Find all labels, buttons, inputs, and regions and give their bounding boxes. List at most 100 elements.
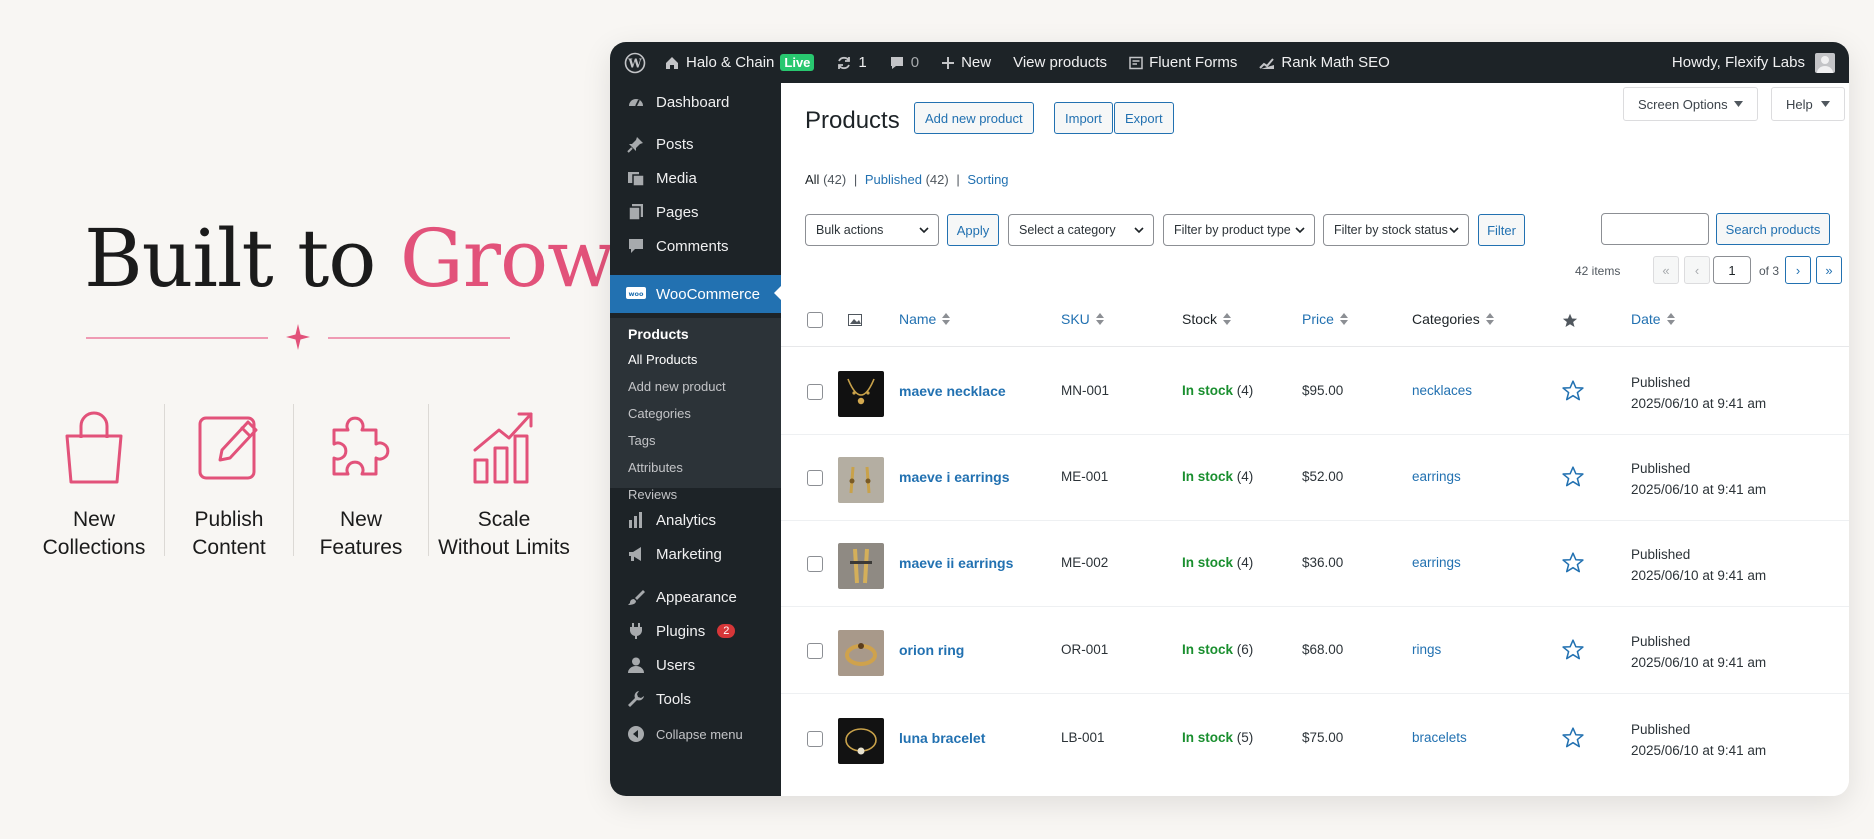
rank-math-label: Rank Math SEO — [1281, 54, 1390, 71]
sort-icon — [1485, 313, 1494, 325]
column-header-name[interactable]: Name — [899, 311, 951, 327]
current-page-input[interactable]: 1 — [1713, 256, 1751, 284]
product-name-link[interactable]: orion ring — [899, 642, 964, 658]
prev-page-button[interactable]: ‹ — [1684, 256, 1710, 284]
view-all-link[interactable]: All — [805, 172, 819, 187]
sidebar-item-comments[interactable]: Comments — [610, 229, 781, 263]
sidebar-item-plugins[interactable]: Plugins 2 — [610, 614, 781, 648]
filter-button[interactable]: Filter — [1478, 214, 1525, 246]
row-checkbox[interactable] — [807, 556, 823, 572]
submenu-item-tags[interactable]: Tags — [628, 433, 655, 448]
submenu-item-all-products[interactable]: All Products — [628, 352, 697, 367]
product-category-link[interactable]: bracelets — [1412, 730, 1467, 745]
product-name-link[interactable]: maeve necklace — [899, 383, 1006, 399]
sidebar-item-appearance[interactable]: Appearance — [610, 580, 781, 614]
product-name-link[interactable]: maeve i earrings — [899, 469, 1010, 485]
select-all-checkbox[interactable] — [807, 312, 823, 328]
column-header-stock[interactable]: Stock — [1182, 311, 1232, 327]
sidebar-item-label: WooCommerce — [656, 285, 760, 303]
product-name-link[interactable]: luna bracelet — [899, 730, 985, 746]
stock-status-select[interactable]: Filter by stock status — [1323, 214, 1469, 246]
star-outline-icon[interactable] — [1562, 639, 1584, 660]
column-header-price[interactable]: Price — [1302, 311, 1348, 327]
woocommerce-submenu: Products All Products Add new product Ca… — [610, 318, 781, 502]
sidebar-item-users[interactable]: Users — [610, 648, 781, 682]
updates-link[interactable]: 1 — [836, 54, 867, 71]
star-outline-icon[interactable] — [1562, 552, 1584, 573]
row-checkbox[interactable] — [807, 470, 823, 486]
sidebar-item-analytics[interactable]: Analytics — [610, 503, 781, 537]
new-content-link[interactable]: New — [941, 54, 991, 71]
sidebar-item-woocommerce[interactable]: woo WooCommerce — [610, 275, 782, 313]
sidebar-item-pages[interactable]: Pages — [610, 195, 781, 229]
row-checkbox[interactable] — [807, 643, 823, 659]
star-outline-icon[interactable] — [1562, 727, 1584, 748]
submenu-heading-products[interactable]: Products — [628, 326, 689, 342]
row-checkbox[interactable] — [807, 384, 823, 400]
sidebar-item-label: Dashboard — [656, 93, 730, 111]
search-input[interactable] — [1601, 213, 1709, 245]
account-menu[interactable]: Howdy, Flexify Labs — [1672, 42, 1835, 83]
product-thumbnail[interactable] — [838, 543, 884, 589]
help-button[interactable]: Help — [1771, 87, 1845, 121]
product-thumbnail[interactable] — [838, 371, 884, 417]
site-name-link[interactable]: Halo & Chain Live — [664, 54, 815, 71]
rank-math-link[interactable]: Rank Math SEO — [1259, 54, 1390, 71]
star-outline-icon[interactable] — [1562, 466, 1584, 487]
bulk-actions-select[interactable]: Bulk actions — [805, 214, 939, 246]
bulk-actions-value: Bulk actions — [816, 223, 884, 237]
row-checkbox[interactable] — [807, 731, 823, 747]
column-header-categories[interactable]: Categories — [1412, 311, 1494, 327]
product-name-link[interactable]: maeve ii earrings — [899, 555, 1013, 571]
submenu-item-add-new-product[interactable]: Add new product — [628, 379, 726, 394]
product-category-link[interactable]: necklaces — [1412, 383, 1472, 398]
first-page-button[interactable]: « — [1653, 256, 1679, 284]
product-date: Published 2025/06/10 at 9:41 am — [1631, 631, 1766, 673]
search-products-button[interactable]: Search products — [1716, 213, 1830, 245]
export-button[interactable]: Export — [1114, 102, 1174, 134]
comment-bubble-icon — [890, 56, 903, 69]
stock-qty: (4) — [1236, 555, 1254, 570]
submenu-item-reviews[interactable]: Reviews — [628, 487, 677, 502]
publish-status: Published — [1631, 547, 1691, 562]
apply-button[interactable]: Apply — [947, 214, 999, 246]
column-header-date[interactable]: Date — [1631, 311, 1675, 327]
view-published-link[interactable]: Published — [865, 172, 922, 187]
product-thumbnail[interactable] — [838, 718, 884, 764]
view-sorting-link[interactable]: Sorting — [967, 172, 1008, 187]
submenu-item-categories[interactable]: Categories — [628, 406, 691, 421]
submenu-item-attributes[interactable]: Attributes — [628, 460, 683, 475]
category-select[interactable]: Select a category — [1008, 214, 1154, 246]
wordpress-logo-icon[interactable]: W — [624, 52, 646, 74]
featured-star-icon[interactable] — [1562, 313, 1578, 328]
column-header-sku[interactable]: SKU — [1061, 311, 1104, 327]
stock-status: In stock — [1182, 730, 1234, 745]
column-header-label: Categories — [1412, 311, 1480, 327]
screen-options-button[interactable]: Screen Options — [1623, 87, 1758, 121]
last-page-button[interactable]: » — [1816, 256, 1842, 284]
sidebar-item-dashboard[interactable]: Dashboard — [610, 85, 781, 119]
view-products-link[interactable]: View products — [1013, 54, 1107, 71]
product-stock: In stock (6) — [1182, 642, 1253, 657]
product-thumbnail[interactable] — [838, 630, 884, 676]
stock-qty: (4) — [1236, 383, 1254, 398]
sidebar-item-tools[interactable]: Tools — [610, 682, 781, 716]
product-category-link[interactable]: earrings — [1412, 555, 1461, 570]
sidebar-item-media[interactable]: Media — [610, 161, 781, 195]
product-type-select[interactable]: Filter by product type — [1163, 214, 1315, 246]
sidebar-item-marketing[interactable]: Marketing — [610, 537, 781, 571]
publish-status: Published — [1631, 461, 1691, 476]
product-thumbnail[interactable] — [838, 457, 884, 503]
add-new-product-button[interactable]: Add new product — [914, 102, 1034, 134]
sidebar-item-posts[interactable]: Posts — [610, 127, 781, 161]
collapse-menu-label: Collapse menu — [656, 726, 743, 742]
product-category-link[interactable]: earrings — [1412, 469, 1461, 484]
import-button[interactable]: Import — [1054, 102, 1113, 134]
next-page-button[interactable]: › — [1785, 256, 1811, 284]
svg-text:W: W — [627, 56, 642, 70]
star-outline-icon[interactable] — [1562, 380, 1584, 401]
comments-link[interactable]: 0 — [889, 54, 919, 71]
fluent-forms-link[interactable]: Fluent Forms — [1129, 54, 1237, 71]
collapse-menu-button[interactable]: Collapse menu — [610, 717, 781, 751]
product-category-link[interactable]: rings — [1412, 642, 1441, 657]
